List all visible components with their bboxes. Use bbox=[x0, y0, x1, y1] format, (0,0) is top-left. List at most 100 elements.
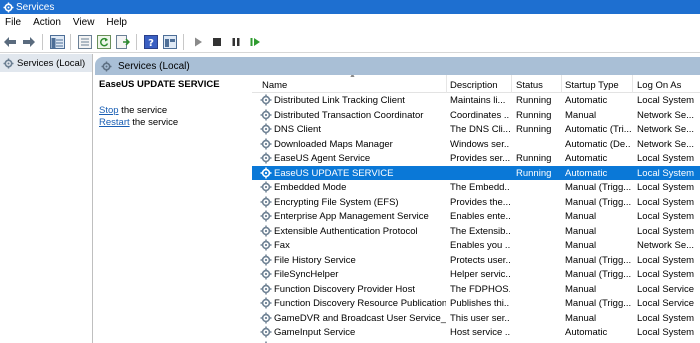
table-row[interactable]: Distributed Transaction Coordinator Coord… bbox=[252, 108, 700, 123]
service-description: Helper servic... bbox=[450, 269, 510, 280]
service-startup-type: Automatic bbox=[565, 327, 608, 338]
menu-view[interactable]: View bbox=[67, 17, 101, 28]
help-icon[interactable]: ? bbox=[142, 33, 160, 51]
service-gear-icon bbox=[260, 239, 272, 251]
service-startup-type: Manual (Trigg... bbox=[565, 196, 631, 208]
menu-help[interactable]: Help bbox=[100, 17, 133, 28]
service-status: Running bbox=[516, 95, 552, 106]
export-list-icon[interactable] bbox=[114, 33, 132, 51]
table-row[interactable]: Enterprise App Management Service Enables… bbox=[252, 209, 700, 224]
back-arrow-icon[interactable] bbox=[1, 33, 19, 51]
panel-header-title: Services (Local) bbox=[118, 60, 190, 72]
properties-icon[interactable] bbox=[76, 33, 94, 51]
table-row[interactable]: Function Discovery Provider Host The FDPH… bbox=[252, 282, 700, 297]
table-row[interactable]: EaseUS Agent Service Provides ser... Runni… bbox=[252, 151, 700, 166]
service-gear-icon bbox=[260, 167, 272, 179]
service-startup-type: Manual (Trigg... bbox=[565, 254, 631, 266]
services-gear-icon bbox=[3, 58, 14, 69]
column-divider[interactable] bbox=[561, 75, 562, 93]
menu-action[interactable]: Action bbox=[27, 17, 67, 28]
start-service-icon[interactable] bbox=[189, 33, 207, 51]
table-row[interactable]: Embedded Mode The Embedd... Manual (Trigg.… bbox=[252, 180, 700, 195]
pause-service-icon[interactable] bbox=[227, 33, 245, 51]
service-status: Running bbox=[516, 167, 552, 179]
stop-service-link[interactable]: Stop bbox=[99, 105, 119, 116]
service-gear-icon bbox=[260, 210, 272, 222]
service-name: Downloaded Maps Manager bbox=[274, 138, 393, 150]
table-row[interactable]: Extensible Authentication Protocol The Ex… bbox=[252, 224, 700, 239]
column-divider[interactable] bbox=[446, 75, 447, 93]
toolbar: ? bbox=[0, 31, 700, 53]
service-log-on-as: Local System bbox=[637, 327, 695, 338]
refresh-icon[interactable] bbox=[95, 33, 113, 51]
service-startup-type: Automatic (De... bbox=[565, 138, 631, 150]
service-name: Fax bbox=[274, 240, 290, 251]
services-list: ▲ Name Description Status Startup Type L… bbox=[252, 75, 700, 343]
service-name: Function Discovery Resource Publication bbox=[274, 298, 446, 309]
table-row[interactable]: Encrypting File System (EFS) Provides the… bbox=[252, 195, 700, 210]
service-startup-type: Manual bbox=[565, 312, 597, 324]
service-log-on-as: Local System bbox=[637, 167, 695, 179]
column-header-name[interactable]: Name bbox=[262, 80, 287, 91]
service-startup-type: Manual (Trigg... bbox=[565, 298, 631, 309]
selected-service-title: EaseUS UPDATE SERVICE bbox=[99, 79, 220, 90]
console-view-icon[interactable] bbox=[161, 33, 179, 51]
title-bar: Services bbox=[0, 0, 700, 14]
restart-service-link[interactable]: Restart bbox=[99, 117, 130, 128]
service-name: EaseUS Agent Service bbox=[274, 153, 371, 164]
table-row[interactable] bbox=[252, 340, 700, 343]
service-name: GameDVR and Broadcast User Service_71... bbox=[274, 312, 446, 324]
service-log-on-as: Local System bbox=[637, 153, 695, 164]
service-gear-icon bbox=[260, 312, 272, 324]
tree-item-label: Services (Local) bbox=[17, 57, 86, 69]
service-status: Running bbox=[516, 124, 552, 135]
service-startup-type: Manual bbox=[565, 225, 597, 237]
sort-ascending-icon: ▲ bbox=[349, 75, 356, 79]
console-tree: Services (Local) bbox=[0, 54, 93, 343]
table-row[interactable]: Function Discovery Resource Publication P… bbox=[252, 296, 700, 311]
column-header-startup-type[interactable]: Startup Type bbox=[565, 80, 619, 91]
table-row[interactable]: Fax Enables you ... Manual Network Se... bbox=[252, 238, 700, 253]
column-header-status[interactable]: Status bbox=[516, 80, 543, 91]
menu-bar: File Action View Help bbox=[0, 14, 700, 31]
service-gear-icon bbox=[260, 283, 272, 295]
table-row[interactable]: Downloaded Maps Manager Windows ser... Aut… bbox=[252, 137, 700, 152]
restart-service-icon[interactable] bbox=[246, 33, 264, 51]
table-row[interactable]: GameInput Service Host service ... Automat… bbox=[252, 325, 700, 340]
services-gear-icon bbox=[2, 1, 14, 13]
service-description: This user ser... bbox=[450, 312, 510, 324]
forward-arrow-icon[interactable] bbox=[20, 33, 38, 51]
table-row[interactable]: File History Service Protects user... Manu… bbox=[252, 253, 700, 268]
service-description: The FDPHOS... bbox=[450, 283, 510, 295]
service-gear-icon bbox=[260, 109, 272, 121]
service-description: Provides ser... bbox=[450, 153, 510, 164]
table-row[interactable]: GameDVR and Broadcast User Service_71...… bbox=[252, 311, 700, 326]
service-startup-type: Automatic bbox=[565, 95, 608, 106]
service-description: The Embedd... bbox=[450, 182, 510, 193]
table-row[interactable]: Distributed Link Tracking Client Maintain… bbox=[252, 93, 700, 108]
service-description: Publishes thi... bbox=[450, 298, 510, 309]
service-log-on-as: Network Se... bbox=[637, 124, 695, 135]
table-row[interactable]: EaseUS UPDATE SERVICE Running Automatic Loc… bbox=[252, 165, 700, 180]
service-startup-type: Manual bbox=[565, 240, 597, 251]
stop-service-icon[interactable] bbox=[208, 33, 226, 51]
column-divider[interactable] bbox=[632, 75, 633, 93]
service-name: Function Discovery Provider Host bbox=[274, 283, 415, 295]
table-row[interactable]: DNS Client The DNS Cli... Running Automatic… bbox=[252, 122, 700, 137]
column-header-log-on-as[interactable]: Log On As bbox=[637, 80, 681, 91]
svg-text:?: ? bbox=[148, 38, 154, 49]
menu-file[interactable]: File bbox=[0, 17, 27, 28]
service-status: Running bbox=[516, 109, 552, 121]
toolbar-separator bbox=[42, 33, 43, 50]
table-row[interactable]: FileSyncHelper Helper servic... Manual (Tr… bbox=[252, 267, 700, 282]
service-log-on-as: Local System bbox=[637, 269, 695, 280]
service-description: Host service ... bbox=[450, 327, 510, 338]
list-header: ▲ Name Description Status Startup Type L… bbox=[252, 75, 700, 93]
service-description: Provides the... bbox=[450, 196, 510, 208]
show-tree-icon[interactable] bbox=[48, 33, 66, 51]
column-divider[interactable] bbox=[511, 75, 512, 93]
service-startup-type: Manual bbox=[565, 109, 597, 121]
service-startup-type: Automatic (Tri... bbox=[565, 124, 631, 135]
column-header-description[interactable]: Description bbox=[450, 80, 498, 91]
tree-item-services-local[interactable]: Services (Local) bbox=[0, 54, 92, 72]
